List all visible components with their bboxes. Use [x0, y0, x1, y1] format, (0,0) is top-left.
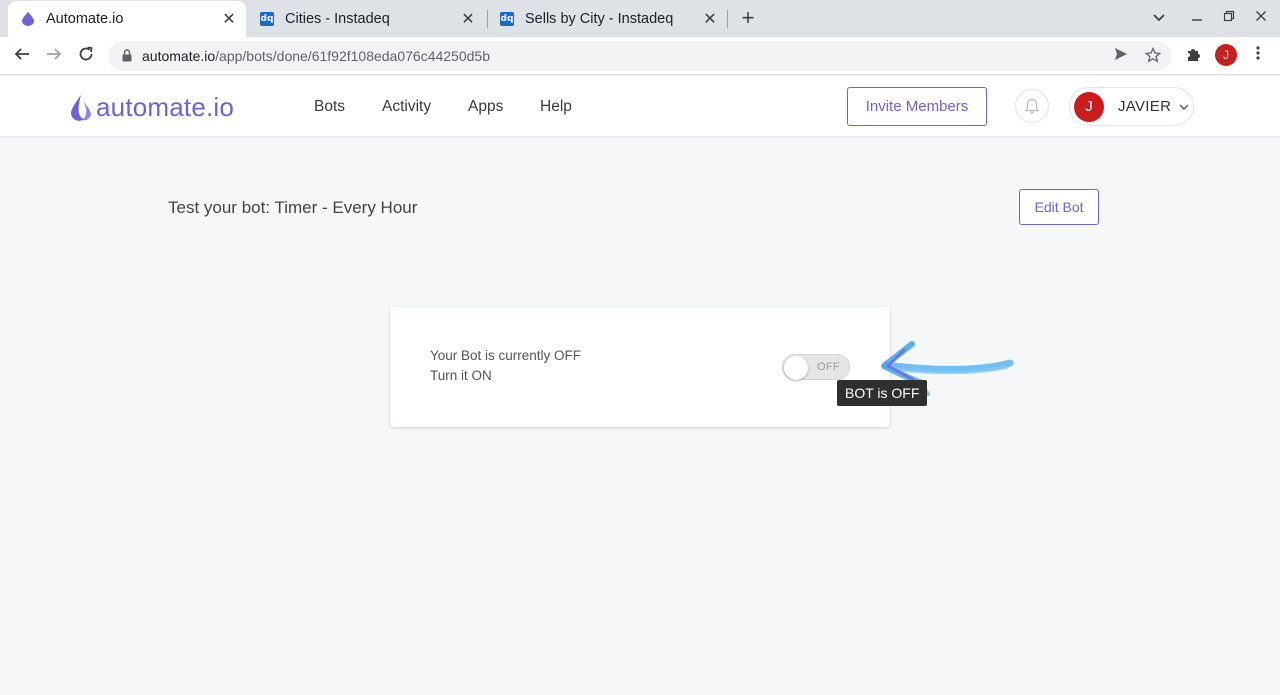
invite-members-button[interactable]: Invite Members — [847, 87, 987, 126]
url-text[interactable]: automate.io/app/bots/done/61f92f108eda07… — [142, 48, 490, 64]
close-icon[interactable]: ✕ — [459, 10, 477, 28]
automate-logo[interactable]: automate.io — [70, 92, 234, 123]
chevron-down-icon — [1179, 104, 1189, 110]
tab-cities[interactable]: dq Cities - Instadeq ✕ — [247, 0, 485, 37]
instadeq-icon: dq — [500, 11, 514, 26]
notifications-bell-icon[interactable] — [1015, 89, 1049, 123]
automate-drop-icon — [71, 94, 91, 121]
toggle-state-label: OFF — [817, 361, 840, 373]
user-name: JAVIER — [1118, 98, 1172, 115]
user-menu[interactable]: J JAVIER — [1069, 87, 1194, 126]
new-tab-button[interactable]: + — [737, 7, 759, 30]
toggle-knob — [784, 356, 808, 380]
bot-power-toggle[interactable]: OFF — [782, 354, 850, 380]
tab-search-icon[interactable] — [1149, 9, 1169, 25]
bot-status-card: Your Bot is currently OFF Turn it ON OFF — [390, 307, 890, 427]
user-avatar: J — [1074, 91, 1104, 122]
bot-status-tooltip: BOT is OFF — [837, 380, 928, 406]
instadeq-icon: dq — [260, 11, 274, 26]
nav-bots[interactable]: Bots — [314, 98, 345, 116]
tab-automate[interactable]: Automate.io ✕ — [8, 1, 246, 37]
edit-bot-button[interactable]: Edit Bot — [1019, 189, 1099, 225]
reload-icon[interactable] — [75, 45, 97, 67]
extensions-puzzle-icon[interactable] — [1184, 46, 1204, 66]
close-window-icon[interactable] — [1251, 9, 1271, 25]
tab-sells-by-city[interactable]: dq Sells by City - Instadeq ✕ — [487, 0, 727, 37]
tab-title: Automate.io — [46, 11, 124, 27]
nav-apps[interactable]: Apps — [468, 98, 503, 116]
back-arrow-icon[interactable] — [11, 45, 33, 67]
send-icon[interactable] — [1112, 47, 1130, 65]
nav-help[interactable]: Help — [540, 98, 572, 116]
tab-divider — [727, 10, 728, 28]
logo-text: automate.io — [96, 92, 235, 122]
forward-arrow-icon[interactable] — [43, 45, 65, 67]
close-icon[interactable]: ✕ — [701, 10, 719, 28]
browser-profile-avatar[interactable]: J — [1215, 44, 1237, 66]
close-icon[interactable]: ✕ — [220, 10, 238, 28]
turn-on-hint: Turn it ON — [430, 368, 492, 383]
address-bar[interactable]: automate.io/app/bots/done/61f92f108eda07… — [108, 41, 1172, 71]
page-title: Test your bot: Timer - Every Hour — [168, 198, 418, 217]
bookmark-star-icon[interactable] — [1144, 46, 1162, 65]
browser-tab-bar: Automate.io ✕ dq Cities - Instadeq ✕ dq … — [0, 0, 1280, 37]
browser-menu-icon[interactable] — [1250, 45, 1266, 67]
automate-drop-icon — [20, 11, 36, 27]
lock-icon — [122, 49, 132, 62]
app-header: automate.io Bots Activity Apps Help Invi… — [0, 76, 1280, 137]
bot-status-text: Your Bot is currently OFF — [430, 348, 582, 363]
nav-activity[interactable]: Activity — [382, 98, 431, 116]
browser-toolbar: automate.io/app/bots/done/61f92f108eda07… — [0, 37, 1280, 75]
tab-title: Cities - Instadeq — [285, 10, 390, 27]
tab-title: Sells by City - Instadeq — [525, 10, 674, 27]
minimize-icon[interactable] — [1187, 9, 1207, 25]
restore-icon[interactable] — [1219, 9, 1239, 25]
